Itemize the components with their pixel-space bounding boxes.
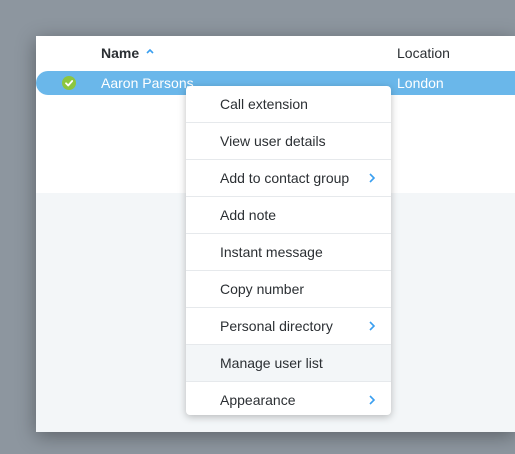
menu-item-label: Add to contact group xyxy=(220,170,350,186)
menu-item-manage-user-list[interactable]: Manage user list xyxy=(186,345,391,382)
chevron-right-icon xyxy=(369,173,376,183)
menu-item-label: Personal directory xyxy=(220,318,333,334)
menu-item-label: Call extension xyxy=(220,96,308,112)
menu-item-label: Instant message xyxy=(220,244,323,260)
table-header: Name Location xyxy=(36,36,515,69)
menu-item-label: View user details xyxy=(220,133,326,149)
menu-item-add-to-contact-group[interactable]: Add to contact group xyxy=(186,160,391,197)
column-header-location[interactable]: Location xyxy=(397,45,450,61)
user-name: Aaron Parsons xyxy=(101,75,194,91)
menu-item-label: Manage user list xyxy=(220,355,323,371)
menu-item-label: Add note xyxy=(220,207,277,223)
chevron-right-icon xyxy=(369,395,376,405)
sort-ascending-icon[interactable] xyxy=(145,46,155,56)
menu-item-appearance[interactable]: Appearance xyxy=(186,382,391,415)
context-menu: Call extension View user details Add to … xyxy=(186,86,391,415)
menu-item-add-note[interactable]: Add note xyxy=(186,197,391,234)
menu-item-copy-number[interactable]: Copy number xyxy=(186,271,391,308)
column-header-name[interactable]: Name xyxy=(101,45,139,61)
menu-item-personal-directory[interactable]: Personal directory xyxy=(186,308,391,345)
menu-item-label: Appearance xyxy=(220,392,296,408)
menu-item-view-user-details[interactable]: View user details xyxy=(186,123,391,160)
menu-item-instant-message[interactable]: Instant message xyxy=(186,234,391,271)
checkmark-icon xyxy=(62,76,76,90)
menu-item-label: Copy number xyxy=(220,281,305,297)
chevron-right-icon xyxy=(369,321,376,331)
user-location: London xyxy=(397,75,444,91)
menu-item-call-extension[interactable]: Call extension xyxy=(186,86,391,123)
